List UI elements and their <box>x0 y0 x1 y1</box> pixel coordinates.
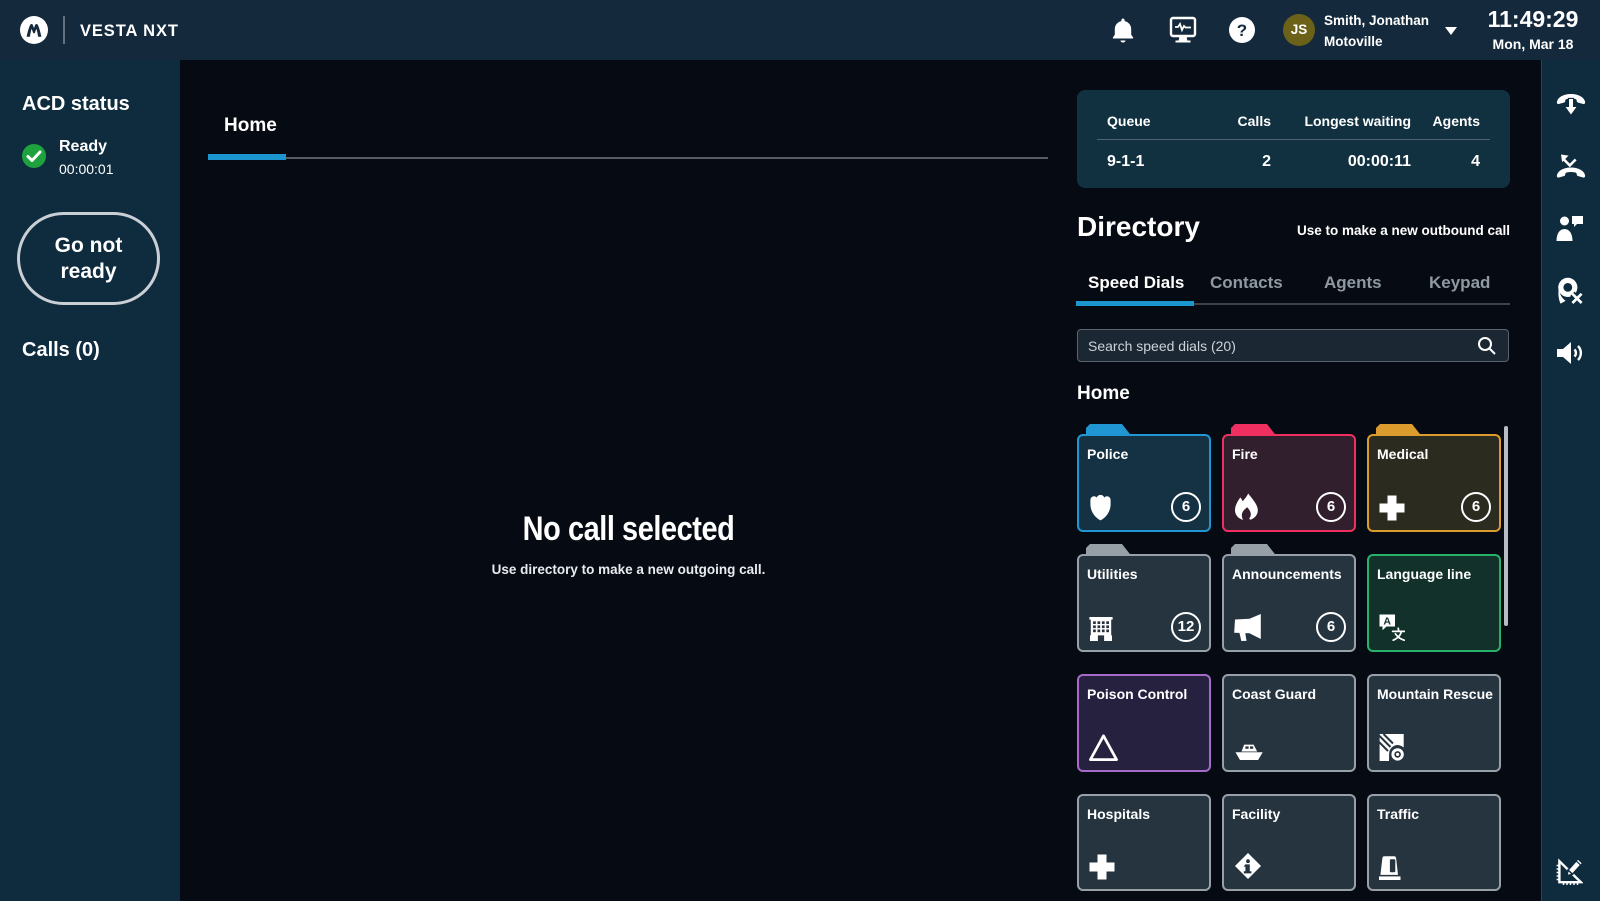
svg-text:A: A <box>1383 616 1391 628</box>
svg-text:?: ? <box>1237 21 1247 40</box>
